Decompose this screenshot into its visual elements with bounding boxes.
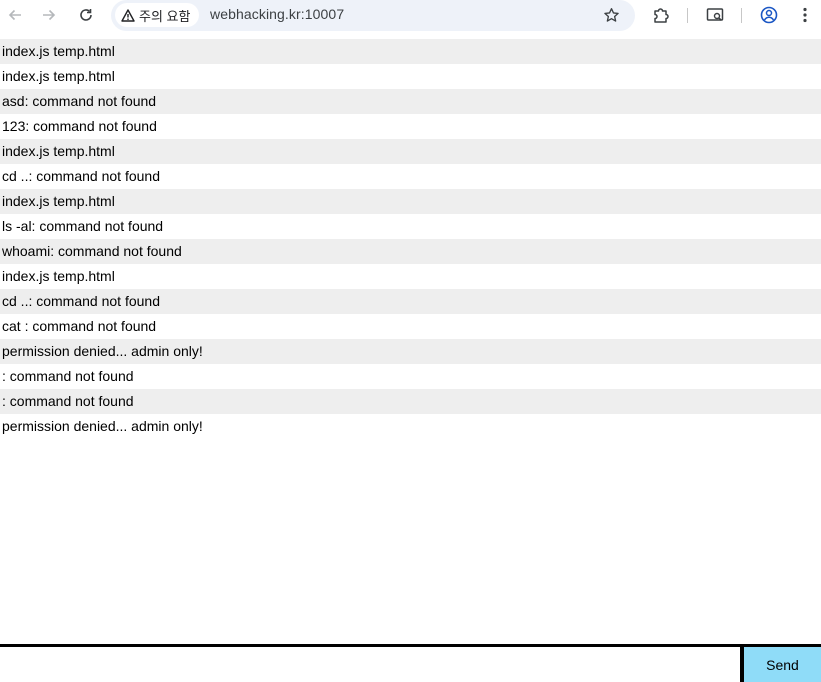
command-input[interactable]	[0, 647, 740, 682]
log-line: index.js temp.html	[0, 139, 821, 164]
url-text[interactable]: webhacking.kr:10007	[210, 6, 344, 22]
output-log: index.js temp.html index.js temp.html as…	[0, 39, 821, 439]
reload-icon[interactable]	[74, 3, 98, 27]
log-line: asd: command not found	[0, 89, 821, 114]
media-icon[interactable]	[703, 3, 727, 27]
three-dots-icon[interactable]	[793, 3, 817, 27]
log-line: index.js temp.html	[0, 39, 821, 64]
security-chip[interactable]: 주의 요함	[115, 3, 200, 27]
log-line: cd ..: command not found	[0, 289, 821, 314]
puzzle-icon[interactable]	[649, 3, 673, 27]
log-line: 123: command not found	[0, 114, 821, 139]
address-bar[interactable]: 주의 요함 webhacking.kr:10007	[111, 0, 635, 31]
log-line: index.js temp.html	[0, 264, 821, 289]
log-line: : command not found	[0, 364, 821, 389]
warning-triangle-icon	[121, 8, 135, 22]
browser-toolbar: 주의 요함 webhacking.kr:10007	[0, 0, 821, 31]
log-line: index.js temp.html	[0, 64, 821, 89]
log-line: cat : command not found	[0, 314, 821, 339]
log-line: whoami: command not found	[0, 239, 821, 264]
log-line: permission denied... admin only!	[0, 414, 821, 439]
toolbar-divider	[741, 8, 742, 23]
forward-arrow-icon[interactable]	[37, 3, 61, 27]
back-arrow-icon[interactable]	[3, 3, 27, 27]
log-line: index.js temp.html	[0, 189, 821, 214]
log-line: : command not found	[0, 389, 821, 414]
star-icon[interactable]	[599, 3, 623, 27]
log-line: ls -al: command not found	[0, 214, 821, 239]
profile-icon[interactable]	[757, 3, 781, 27]
command-bar: Send	[0, 644, 821, 682]
send-button[interactable]: Send	[744, 647, 821, 682]
log-line: cd ..: command not found	[0, 164, 821, 189]
security-chip-label: 주의 요함	[139, 8, 191, 24]
toolbar-divider	[687, 8, 688, 23]
log-line: permission denied... admin only!	[0, 339, 821, 364]
